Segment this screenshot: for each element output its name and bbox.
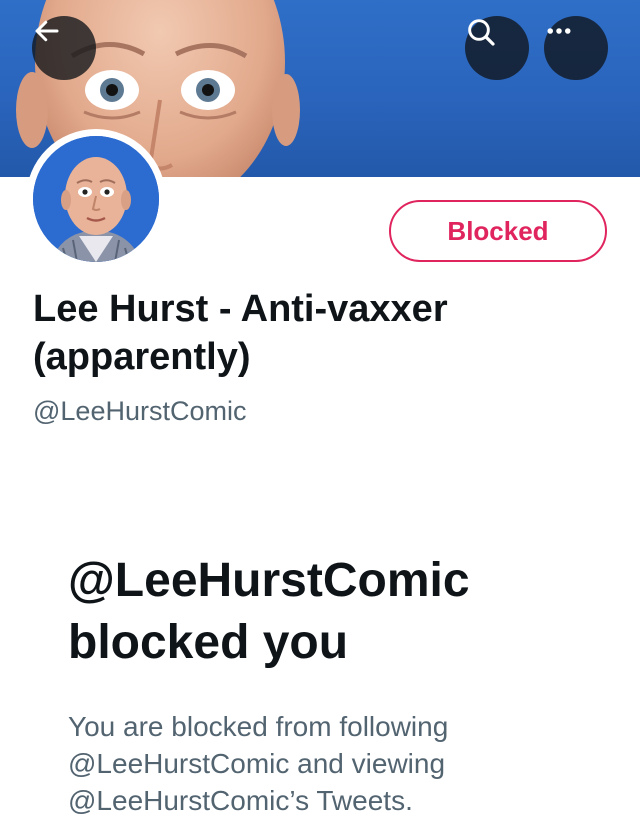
profile-display-name: Lee Hurst - Anti-vaxxer (apparently) bbox=[33, 288, 448, 378]
search-icon bbox=[468, 19, 495, 46]
avatar[interactable] bbox=[26, 129, 166, 269]
arrow-left-icon bbox=[35, 20, 59, 42]
avatar-photo bbox=[33, 136, 159, 262]
blocked-button[interactable]: Blocked bbox=[389, 200, 607, 262]
blocked-notice-title: @LeeHurstComic blocked you bbox=[68, 554, 470, 669]
blocked-notice-description: You are blocked from following @LeeHurst… bbox=[68, 711, 449, 816]
back-button[interactable] bbox=[32, 16, 96, 80]
search-button[interactable] bbox=[465, 16, 529, 80]
more-button[interactable] bbox=[544, 16, 608, 80]
profile-handle: @LeeHurstComic bbox=[33, 396, 247, 426]
more-horizontal-icon bbox=[547, 28, 571, 34]
